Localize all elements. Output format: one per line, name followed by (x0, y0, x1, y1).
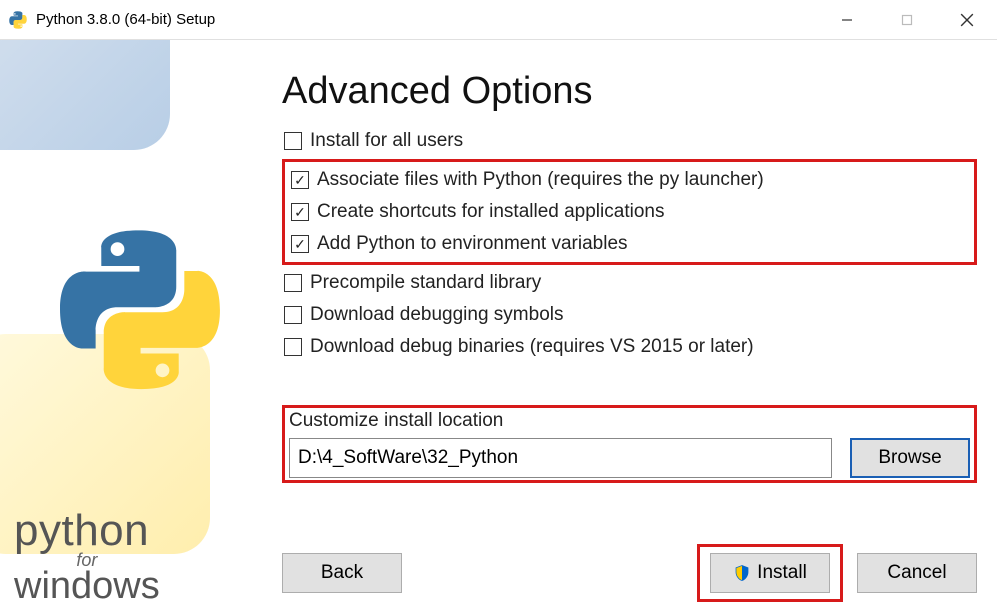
option-label: Associate files with Python (requires th… (317, 169, 764, 191)
option-label: Add Python to environment variables (317, 233, 628, 255)
footer-buttons: Back Install Cancel (282, 544, 977, 602)
checkbox-icon[interactable] (284, 338, 302, 356)
main-panel: Advanced Options Install for all users ✓… (272, 40, 997, 614)
shield-icon (733, 564, 751, 582)
option-install-all-users[interactable]: Install for all users (282, 125, 977, 157)
option-label: Install for all users (310, 130, 463, 152)
install-button-label: Install (757, 562, 807, 584)
close-button[interactable] (937, 0, 997, 39)
decorative-blob (0, 40, 170, 150)
brand-text: python for windows (14, 506, 160, 608)
brand-line1: python (14, 506, 160, 556)
checkbox-icon[interactable]: ✓ (291, 235, 309, 253)
checkbox-icon[interactable]: ✓ (291, 171, 309, 189)
page-title: Advanced Options (282, 70, 977, 113)
install-button[interactable]: Install (710, 553, 830, 593)
option-download-debug-symbols[interactable]: Download debugging symbols (282, 299, 977, 331)
highlight-box: ✓ Associate files with Python (requires … (282, 159, 977, 265)
titlebar: Python 3.8.0 (64-bit) Setup (0, 0, 997, 40)
option-label: Download debugging symbols (310, 304, 564, 326)
maximize-button (877, 0, 937, 39)
checkbox-icon[interactable] (284, 132, 302, 150)
option-associate-files[interactable]: ✓ Associate files with Python (requires … (289, 164, 970, 196)
window-title: Python 3.8.0 (64-bit) Setup (36, 11, 817, 28)
install-location-label: Customize install location (289, 410, 970, 432)
checkbox-icon[interactable] (284, 306, 302, 324)
install-location-input[interactable] (289, 438, 832, 478)
minimize-button[interactable] (817, 0, 877, 39)
brand-line3: windows (14, 565, 160, 608)
highlight-box-install: Install (697, 544, 843, 602)
window-controls (817, 0, 997, 39)
side-panel: python for windows (0, 40, 272, 614)
cancel-button[interactable]: Cancel (857, 553, 977, 593)
back-button[interactable]: Back (282, 553, 402, 593)
option-label: Precompile standard library (310, 272, 541, 294)
options-group: Install for all users ✓ Associate files … (282, 125, 977, 363)
option-label: Create shortcuts for installed applicati… (317, 201, 664, 223)
python-icon (8, 10, 28, 30)
option-label: Download debug binaries (requires VS 201… (310, 336, 754, 358)
browse-button[interactable]: Browse (850, 438, 970, 478)
option-create-shortcuts[interactable]: ✓ Create shortcuts for installed applica… (289, 196, 970, 228)
option-add-to-env[interactable]: ✓ Add Python to environment variables (289, 228, 970, 260)
option-precompile[interactable]: Precompile standard library (282, 267, 977, 299)
checkbox-icon[interactable]: ✓ (291, 203, 309, 221)
python-logo-icon (60, 230, 220, 390)
highlight-box-location: Customize install location Browse (282, 405, 977, 483)
checkbox-icon[interactable] (284, 274, 302, 292)
option-download-debug-binaries[interactable]: Download debug binaries (requires VS 201… (282, 331, 977, 363)
